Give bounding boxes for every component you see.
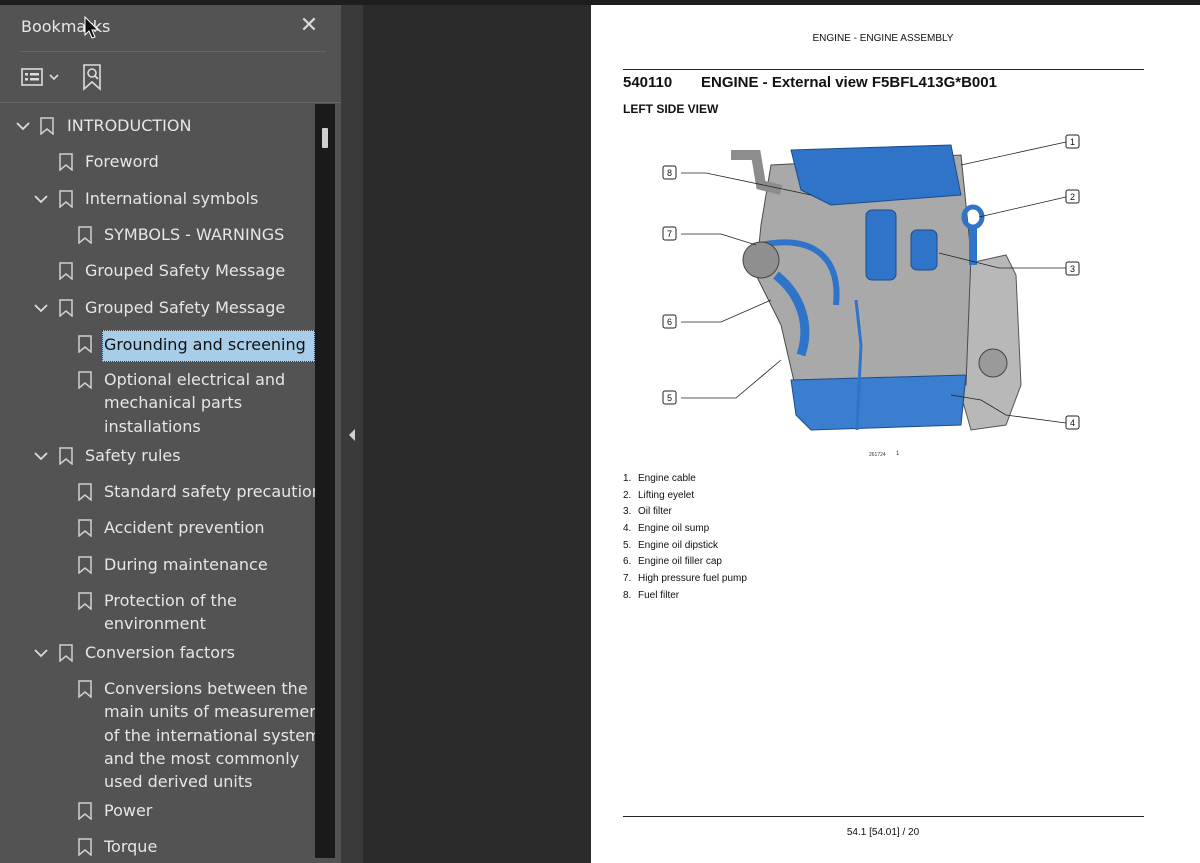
bookmark-label: SYMBOLS - WARNINGS xyxy=(104,225,285,244)
legend-item: 5. Engine oil dipstick xyxy=(623,539,719,551)
chevron-down-icon[interactable] xyxy=(34,194,48,204)
bookmark-icon xyxy=(78,838,92,856)
bookmark-label-line: Conversions between the xyxy=(104,679,308,698)
bookmark-icon xyxy=(78,335,92,353)
bookmark-label: Accident prevention xyxy=(104,518,265,537)
legend-item: 4. Engine oil sump xyxy=(623,523,710,535)
bookmark-power[interactable]: Power xyxy=(0,799,315,823)
bookmark-icon xyxy=(78,371,92,389)
bookmark-grouped-safety-message[interactable]: Grouped Safety Message xyxy=(0,259,315,283)
bookmark-icon xyxy=(78,556,92,574)
legend-item: 3. Oil filter xyxy=(623,506,672,518)
bookmark-label: Torque xyxy=(104,837,158,856)
bookmark-icon xyxy=(59,190,73,208)
bookmark-conversions-between-units[interactable]: Conversions between the main units of me… xyxy=(0,677,315,795)
callout-6: 6 xyxy=(667,317,672,327)
bookmark-safety-rules[interactable]: Safety rules xyxy=(0,444,315,468)
view-subtitle: LEFT SIDE VIEW xyxy=(623,102,719,116)
collapse-panel-icon[interactable] xyxy=(347,427,357,441)
bookmark-standard-safety-precautions[interactable]: Standard safety precautions xyxy=(0,480,315,504)
bookmark-label: Conversion factors xyxy=(85,643,235,662)
bookmark-label: Standard safety precautions xyxy=(104,482,315,501)
bookmark-label: Grouped Safety Message xyxy=(85,261,286,280)
section-code: 540110 xyxy=(623,74,673,91)
bookmark-label-line: of the international system xyxy=(104,725,315,745)
bookmark-icon xyxy=(59,153,73,171)
bookmark-label: Grouped Safety Message xyxy=(85,298,286,317)
bookmark-label-line: Protection of the xyxy=(104,591,237,610)
chevron-down-icon[interactable] xyxy=(34,648,48,658)
bookmark-tree: INTRODUCTION Foreword International symb… xyxy=(0,0,315,863)
bookmark-conversion-factors[interactable]: Conversion factors xyxy=(0,641,315,665)
bookmark-accident-prevention[interactable]: Accident prevention xyxy=(0,516,315,540)
header-rule xyxy=(623,69,1144,70)
section-title: ENGINE - External view F5BFL413G*B001 xyxy=(701,74,997,91)
figure-number: 1 xyxy=(896,451,900,457)
callout-5: 5 xyxy=(667,393,672,403)
bookmark-label: During maintenance xyxy=(104,555,268,574)
bookmark-label-line: used derived units xyxy=(104,772,253,792)
running-head: ENGINE - ENGINE ASSEMBLY xyxy=(812,33,954,44)
callout-4: 4 xyxy=(1070,418,1075,428)
figure-legend: 1. Engine cable 2. Lifting eyelet 3. Oil fi… xyxy=(623,471,747,605)
bookmark-icon xyxy=(59,644,73,662)
bookmark-label-line: environment xyxy=(104,614,206,634)
bookmark-label-line: Optional electrical and xyxy=(104,370,286,389)
bookmark-label: INTRODUCTION xyxy=(67,116,192,135)
bookmark-torque[interactable]: Torque xyxy=(0,835,315,859)
bookmark-icon xyxy=(59,262,73,280)
callout-7: 7 xyxy=(667,229,672,239)
bookmark-foreword[interactable]: Foreword xyxy=(0,150,315,174)
bookmark-label-line: installations xyxy=(104,416,201,436)
legend-item: 7. High pressure fuel pump xyxy=(623,573,747,585)
bookmarks-scrollbar[interactable] xyxy=(315,104,335,858)
chevron-down-icon[interactable] xyxy=(34,451,48,461)
legend-item: 8. Fuel filter xyxy=(623,589,680,601)
bookmark-icon xyxy=(78,226,92,244)
bookmark-grouped-safety-message-2[interactable]: Grouped Safety Message xyxy=(0,296,315,320)
bookmark-icon xyxy=(78,680,92,698)
page-number: 54.1 [54.01] / 20 xyxy=(846,827,920,838)
callout-8: 8 xyxy=(667,168,672,178)
chevron-down-icon[interactable] xyxy=(16,121,30,131)
callout-2: 2 xyxy=(1070,192,1075,202)
scrollbar-thumb[interactable] xyxy=(322,128,328,148)
callout-3: 3 xyxy=(1070,264,1075,274)
bookmark-symbols-warnings[interactable]: SYMBOLS - WARNINGS xyxy=(0,223,315,247)
bookmark-label: Safety rules xyxy=(85,446,181,465)
legend-item: 1. Engine cable xyxy=(623,473,696,484)
bookmark-icon xyxy=(59,299,73,317)
bookmark-label: Power xyxy=(104,801,153,820)
bookmark-icon xyxy=(78,592,92,610)
bookmark-icon xyxy=(78,519,92,537)
bookmark-label-line: and the most commonly xyxy=(104,748,300,768)
bookmark-label: Foreword xyxy=(85,152,159,171)
bookmark-protection-of-environment[interactable]: Protection of the environment xyxy=(0,589,315,637)
bookmark-icon xyxy=(78,802,92,820)
figure-code: 261724 xyxy=(869,452,886,458)
bookmark-label: Grounding and screening xyxy=(104,335,306,354)
bookmark-grounding-and-screening[interactable]: Grounding and screening xyxy=(0,330,315,362)
legend-item: 2. Lifting eyelet xyxy=(623,489,695,501)
bookmark-icon xyxy=(78,483,92,501)
bookmark-optional-electrical[interactable]: Optional electrical and mechanical parts… xyxy=(0,368,315,440)
bookmark-icon xyxy=(40,117,54,135)
bookmark-during-maintenance[interactable]: During maintenance xyxy=(0,553,315,577)
legend-item: 6. Engine oil filler cap xyxy=(623,556,722,568)
bookmark-international-symbols[interactable]: International symbols xyxy=(0,187,315,211)
bookmark-introduction[interactable]: INTRODUCTION xyxy=(0,114,315,138)
callout-1: 1 xyxy=(1070,137,1075,147)
chevron-down-icon[interactable] xyxy=(34,303,48,313)
pdf-page: ENGINE - ENGINE ASSEMBLY 540110 ENGINE -… xyxy=(591,5,1200,863)
bookmark-label-line: mechanical parts xyxy=(104,393,243,413)
engine-illustration: 1 2 3 4 5 6 7 8 xyxy=(661,125,1101,445)
bookmark-label-line: main units of measurements xyxy=(104,702,315,722)
bookmark-label: International symbols xyxy=(85,189,259,208)
bookmark-icon xyxy=(59,447,73,465)
footer-rule xyxy=(623,816,1144,817)
